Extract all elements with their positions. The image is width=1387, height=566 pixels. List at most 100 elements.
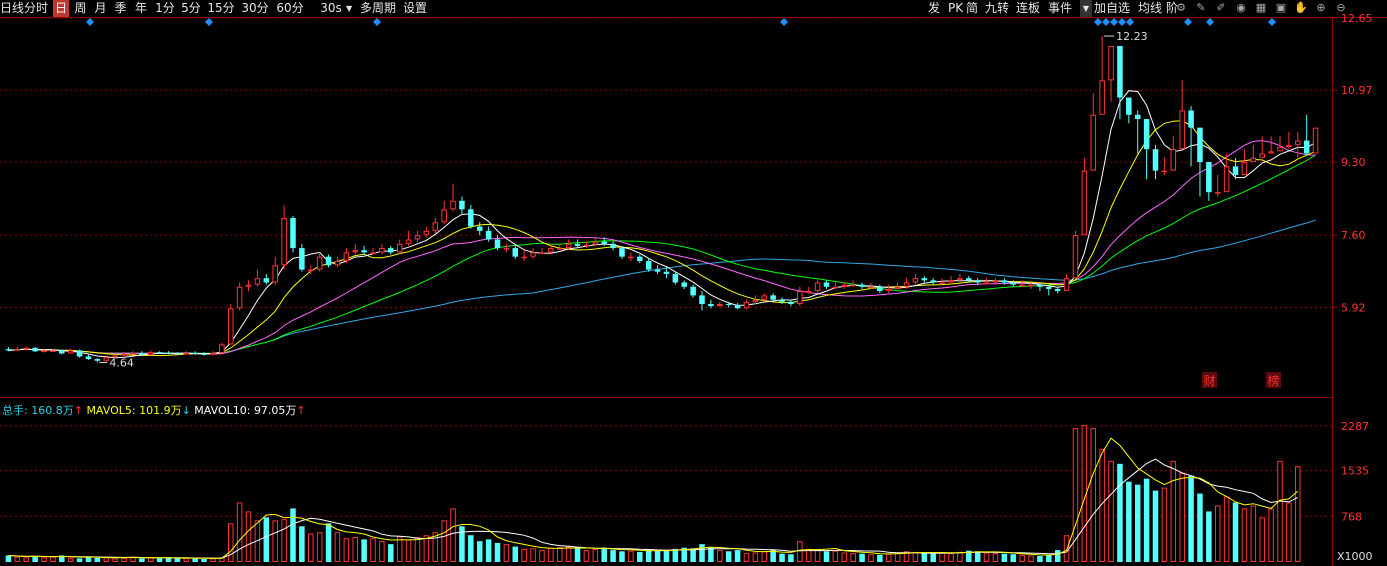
event-diamond-icon: [1184, 18, 1192, 26]
candle: [263, 273, 270, 285]
candle-body: [50, 350, 56, 352]
candle: [637, 254, 643, 264]
volume-bar: [388, 544, 394, 562]
volume-bar: [468, 535, 474, 562]
candle-body: [512, 248, 519, 257]
event-diamond-icon: [86, 18, 94, 26]
candle-body: [1143, 119, 1150, 150]
candle-body: [1054, 288, 1061, 292]
volume-bar: [1054, 550, 1061, 562]
candle-body: [1134, 114, 1141, 120]
volume-bar: [423, 535, 430, 563]
price-tick-label: 5.92: [1341, 301, 1366, 314]
candle: [1126, 97, 1132, 124]
candle-body: [1081, 170, 1088, 236]
candle-body: [1268, 151, 1274, 154]
kline-chart[interactable]: 12.65 10.97 9.30 7.60 5.92 12.23 4.64 财 榜总手: 160…: [0, 0, 1387, 566]
candle-body: [192, 353, 198, 355]
volume-legend-main-label: 总手:: [2, 403, 28, 417]
volume-bar: [1134, 484, 1141, 562]
candle: [1054, 286, 1061, 294]
candle-body: [468, 209, 474, 227]
candle-body: [1223, 166, 1230, 193]
candle-body: [939, 282, 945, 284]
candle: [459, 196, 465, 214]
volume-bar: [1250, 505, 1257, 562]
volume-bar: [414, 537, 421, 562]
volume-tick-label: 1535: [1341, 465, 1369, 478]
candle: [1081, 157, 1088, 236]
candle: [405, 230, 412, 246]
candle-body: [797, 291, 803, 304]
event-diamond-icon: [373, 18, 381, 26]
volume-bar: [957, 551, 963, 562]
volume-legend-ma5-label: MAVOL5:: [86, 404, 135, 417]
volume-bar: [805, 548, 812, 563]
candle-body: [1001, 280, 1008, 283]
volume-legend-ma5-value: 101.9万: [139, 404, 182, 417]
candle-body: [156, 352, 163, 354]
volume-bar: [476, 541, 483, 562]
candle: [1134, 110, 1141, 154]
volume-bar: [308, 533, 314, 562]
candle: [1268, 136, 1274, 154]
candle: [1090, 93, 1097, 171]
candle: [539, 248, 545, 255]
volume-bar: [201, 559, 207, 562]
volume-bar: [797, 541, 803, 563]
candle: [147, 350, 154, 356]
candle-body: [361, 250, 367, 253]
leaderboard-badge[interactable]: 榜: [1266, 372, 1281, 388]
candle: [1197, 127, 1203, 197]
candle: [788, 299, 794, 307]
candle-body: [130, 353, 136, 355]
volume-bar: [859, 553, 865, 562]
volume-bar: [1126, 481, 1132, 562]
candle: [823, 280, 830, 289]
volume-bar: [868, 554, 874, 563]
candle-body: [76, 350, 83, 357]
volume-bar: [654, 550, 661, 562]
volume-unit-label: X1000: [1337, 550, 1373, 563]
volume-bar: [1046, 554, 1052, 562]
volume-bar: [530, 548, 536, 562]
candle: [32, 346, 38, 353]
candle-body: [379, 248, 385, 253]
candle: [912, 273, 919, 285]
leaderboard-badge-text: 榜: [1268, 373, 1280, 388]
candle-body: [663, 271, 670, 274]
volume-bar: [450, 508, 456, 563]
candle: [690, 284, 696, 298]
candle-body: [41, 350, 47, 352]
candle: [645, 258, 652, 272]
candle-body: [459, 200, 465, 210]
candle-body: [370, 252, 376, 254]
candle-body: [574, 243, 581, 246]
volume-legend-ma10-value: 97.05万: [254, 404, 297, 417]
candle: [521, 250, 527, 261]
candle-body: [779, 299, 785, 302]
candle: [281, 205, 287, 270]
candle: [290, 215, 296, 253]
volume-bar: [1277, 460, 1283, 563]
volume-bar: [1295, 466, 1301, 562]
candle: [1312, 127, 1319, 154]
candle-body: [877, 286, 883, 292]
candle-body: [805, 291, 812, 293]
candle: [1170, 136, 1177, 171]
volume-bar: [494, 542, 501, 562]
volume-bar: [877, 554, 883, 562]
volume-bar: [592, 548, 599, 563]
volume-bar: [548, 547, 554, 562]
financial-report-badge[interactable]: 财: [1202, 372, 1217, 388]
volume-bar: [672, 548, 679, 562]
candle-body: [85, 356, 92, 360]
volume-bar: [94, 557, 101, 562]
volume-bar: [1179, 472, 1185, 562]
candle-body: [494, 239, 501, 249]
candle-body: [1090, 114, 1097, 171]
candle-body: [1072, 235, 1079, 279]
candle-body: [628, 256, 634, 259]
volume-bar: [1010, 554, 1016, 562]
candle: [432, 217, 439, 234]
